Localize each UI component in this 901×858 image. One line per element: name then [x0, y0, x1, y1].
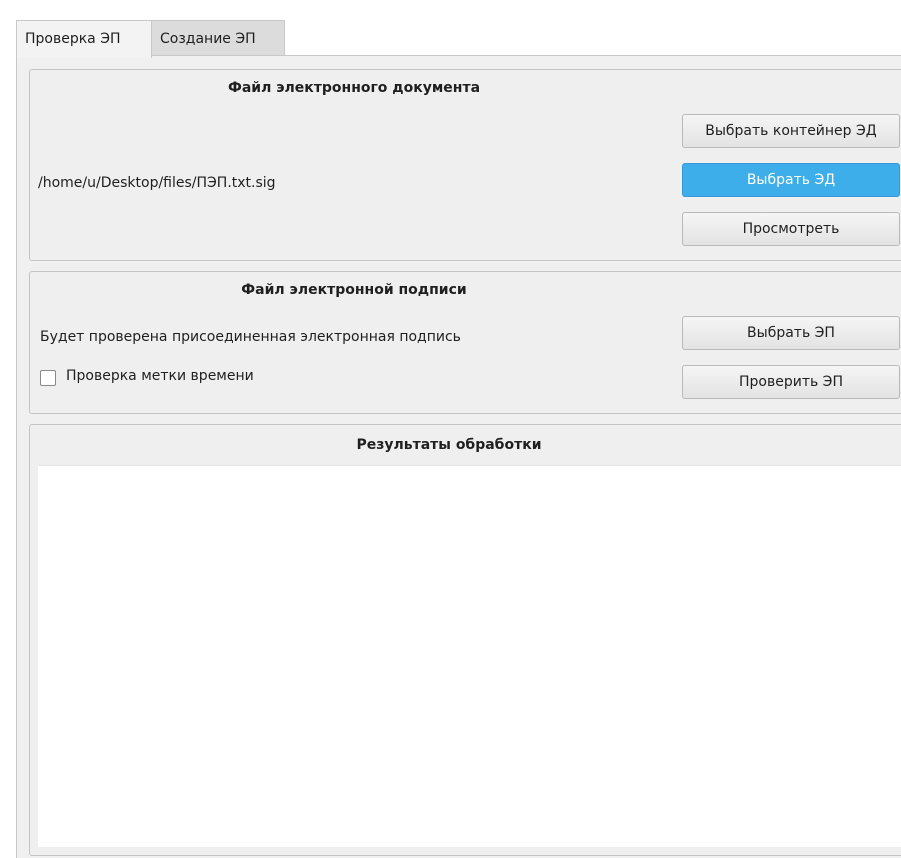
- document-file-group: Файл электронного документа /home/u/Desk…: [29, 69, 901, 261]
- timestamp-check-label[interactable]: Проверка метки времени: [66, 368, 254, 384]
- results-output-area[interactable]: [38, 465, 901, 847]
- document-group-title: Файл электронного документа: [227, 80, 481, 96]
- app-window: Проверка ЭП Создание ЭП Файл электронног…: [0, 0, 901, 858]
- tab-create-signature[interactable]: Создание ЭП: [151, 20, 285, 57]
- select-signature-button[interactable]: Выбрать ЭП: [682, 316, 900, 350]
- results-group: Результаты обработки: [29, 424, 901, 856]
- timestamp-check-checkbox[interactable]: [40, 370, 56, 386]
- view-document-button[interactable]: Просмотреть: [682, 212, 900, 246]
- select-document-button[interactable]: Выбрать ЭД: [682, 163, 900, 197]
- tab-verify-signature[interactable]: Проверка ЭП: [16, 20, 152, 58]
- results-group-title: Результаты обработки: [356, 437, 542, 453]
- select-container-button[interactable]: Выбрать контейнер ЭД: [682, 114, 900, 148]
- signature-info-label: Будет проверена присоединенная электронн…: [40, 329, 461, 345]
- document-path-label: /home/u/Desktop/files/ПЭП.txt.sig: [38, 175, 276, 191]
- tab-pane-verify: Файл электронного документа /home/u/Desk…: [16, 55, 901, 858]
- verify-signature-button[interactable]: Проверить ЭП: [682, 365, 900, 399]
- signature-group-title: Файл электронной подписи: [241, 282, 467, 298]
- signature-file-group: Файл электронной подписи Будет проверена…: [29, 271, 901, 414]
